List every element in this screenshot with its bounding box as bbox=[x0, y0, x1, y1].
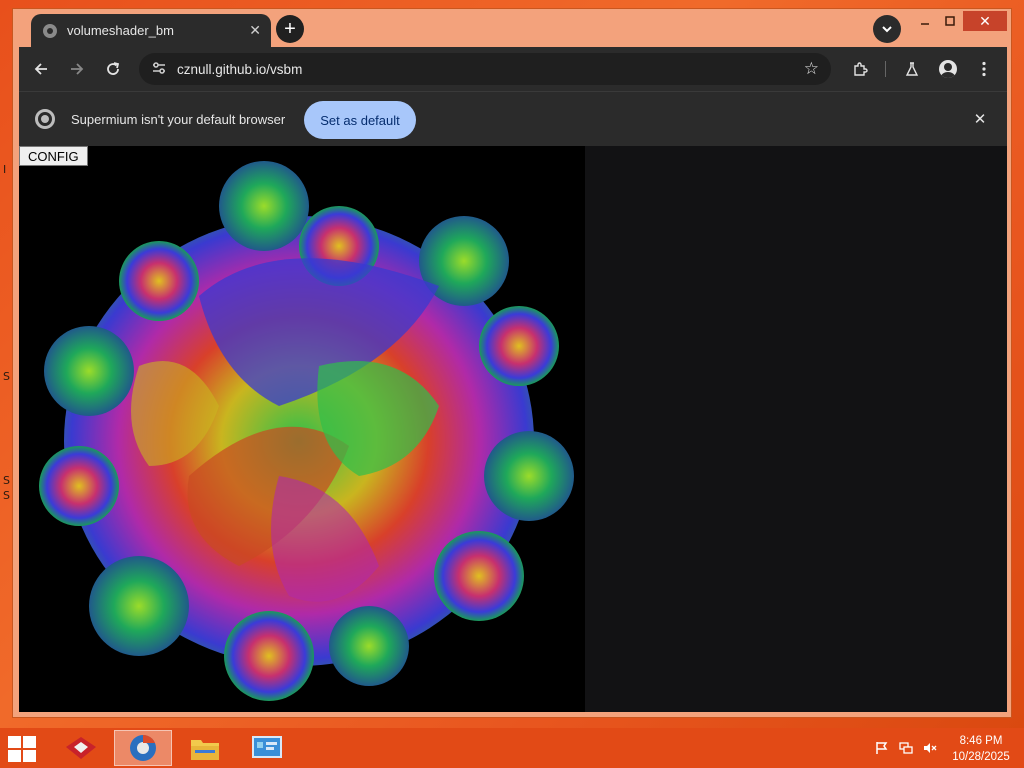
fractal-canvas[interactable]: CONFIG bbox=[19, 146, 585, 712]
site-info-icon[interactable] bbox=[151, 61, 167, 78]
taskbar-file-explorer[interactable] bbox=[176, 730, 234, 766]
title-bar: volumeshader_bm ✕ + ✕ bbox=[13, 9, 1011, 47]
mandelbulb-render bbox=[39, 161, 574, 701]
clock-time: 8:46 PM bbox=[959, 735, 1003, 747]
taskbar: 8:46 PM 10/28/2025 bbox=[0, 728, 1024, 768]
start-button[interactable] bbox=[8, 736, 38, 762]
tab-search-button[interactable] bbox=[873, 15, 901, 43]
extensions-button[interactable] bbox=[849, 58, 871, 80]
new-tab-button[interactable]: + bbox=[276, 15, 304, 43]
taskbar-control-panel[interactable] bbox=[238, 730, 296, 766]
desktop-glyph: S bbox=[3, 370, 10, 383]
back-button[interactable] bbox=[29, 58, 53, 80]
windows-logo-pane bbox=[8, 750, 21, 762]
volume-muted-icon[interactable] bbox=[922, 740, 938, 756]
windows-logo-pane bbox=[23, 736, 36, 748]
control-panel-icon bbox=[252, 736, 282, 758]
windows-logo-pane bbox=[23, 750, 36, 762]
browser-window: volumeshader_bm ✕ + ✕ cznull.github.io/v… bbox=[12, 8, 1012, 718]
bookmark-star-icon[interactable]: ☆ bbox=[804, 59, 819, 79]
kebab-menu-icon bbox=[982, 61, 986, 77]
chevron-down-icon bbox=[882, 25, 892, 32]
browser-content: ☆ Supermium isn't your default browser S… bbox=[19, 47, 1007, 712]
infobar-close-icon[interactable]: ✕ bbox=[969, 108, 991, 130]
flask-icon bbox=[905, 62, 919, 76]
system-clock[interactable]: 8:46 PM 10/28/2025 bbox=[944, 733, 1018, 765]
toolbar-divider bbox=[885, 61, 886, 77]
config-button[interactable]: CONFIG bbox=[19, 146, 88, 166]
infobar-message: Supermium isn't your default browser bbox=[71, 112, 286, 127]
taskbar-app-launcher[interactable] bbox=[52, 730, 110, 766]
windows-logo-pane bbox=[8, 736, 21, 748]
minimize-button[interactable] bbox=[913, 11, 937, 31]
puzzle-icon bbox=[854, 62, 868, 76]
desktop-glyph: I bbox=[3, 163, 7, 176]
address-bar[interactable]: ☆ bbox=[139, 53, 831, 85]
reload-icon bbox=[107, 62, 120, 75]
folder-icon bbox=[191, 740, 219, 760]
globe-icon bbox=[43, 23, 57, 38]
default-browser-infobar: Supermium isn't your default browser Set… bbox=[19, 91, 1007, 145]
url-input[interactable] bbox=[177, 61, 804, 77]
tab-close-icon[interactable]: ✕ bbox=[249, 22, 261, 39]
browser-toolbar: ☆ bbox=[19, 47, 1007, 91]
action-center-flag-icon[interactable] bbox=[874, 740, 890, 756]
supermium-icon bbox=[130, 735, 156, 761]
arrow-right-icon bbox=[71, 63, 84, 75]
forward-button[interactable] bbox=[65, 58, 89, 80]
network-icon[interactable] bbox=[898, 740, 914, 756]
arrow-left-icon bbox=[34, 63, 47, 75]
set-as-default-button[interactable]: Set as default bbox=[304, 101, 416, 139]
reload-button[interactable] bbox=[101, 58, 125, 80]
close-icon: ✕ bbox=[979, 12, 991, 29]
clock-date: 10/28/2025 bbox=[952, 751, 1010, 763]
tab-title: volumeshader_bm bbox=[67, 23, 174, 38]
minimize-icon bbox=[921, 23, 929, 25]
taskbar-supermium[interactable] bbox=[114, 730, 172, 766]
desktop-glyph: S bbox=[3, 474, 10, 487]
close-window-button[interactable]: ✕ bbox=[963, 11, 1007, 31]
menu-button[interactable] bbox=[973, 58, 995, 80]
tab-volumeshader[interactable]: volumeshader_bm ✕ bbox=[31, 14, 271, 47]
profile-button[interactable] bbox=[937, 58, 959, 80]
profile-icon bbox=[939, 60, 957, 78]
page-viewport: CONFIG bbox=[19, 146, 1007, 712]
desktop-glyph: S bbox=[3, 489, 10, 502]
maximize-icon bbox=[945, 16, 955, 26]
maximize-button[interactable] bbox=[938, 11, 962, 31]
browser-logo-icon bbox=[35, 109, 55, 129]
app-launcher-icon bbox=[66, 737, 96, 759]
labs-button[interactable] bbox=[901, 58, 923, 80]
